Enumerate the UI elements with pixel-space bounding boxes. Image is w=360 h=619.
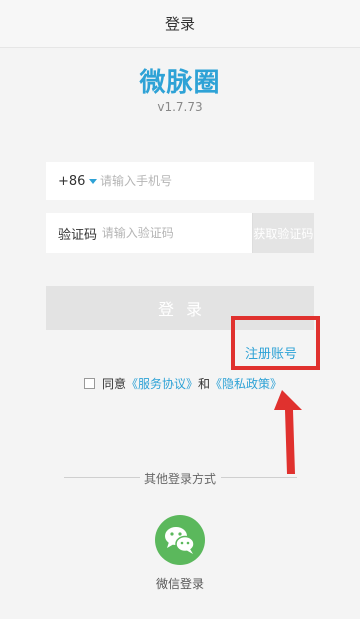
wechat-login-label: 微信登录 <box>155 577 204 591</box>
get-code-button[interactable]: 获取验证码 <box>251 213 314 253</box>
agreement-checkbox[interactable] <box>84 378 95 389</box>
verification-code-row: 验证码 获取验证码 <box>46 213 314 253</box>
caret-down-icon <box>89 178 98 184</box>
register-account-link[interactable]: 注册账号 <box>245 343 297 362</box>
annotation-arrow-icon <box>274 390 302 474</box>
page-title: 登录 <box>164 15 195 33</box>
country-code-value: +86 <box>58 173 86 189</box>
phone-row: +86 <box>46 162 314 200</box>
service-agreement-link[interactable]: 《服务协议》 <box>126 375 198 392</box>
country-code-selector[interactable]: +86 <box>46 174 100 189</box>
agreement-and: 和 <box>198 377 211 391</box>
verification-code-label: 验证码 <box>58 227 98 243</box>
wechat-login-button[interactable] <box>155 515 205 565</box>
agreement-row: 同意 《服务协议》 和 《隐私政策》 <box>84 375 282 392</box>
other-login-title: 其他登录方式 <box>143 472 216 486</box>
wechat-icon <box>165 527 195 554</box>
navigation-bar: 登录 <box>0 0 360 48</box>
verification-code-input[interactable] <box>101 213 252 253</box>
app-version: v1.7.73 <box>157 100 203 114</box>
agreement-prefix: 同意 <box>102 377 127 391</box>
phone-input[interactable] <box>100 162 314 200</box>
app-logo-text: 微脉圈 <box>139 68 221 98</box>
